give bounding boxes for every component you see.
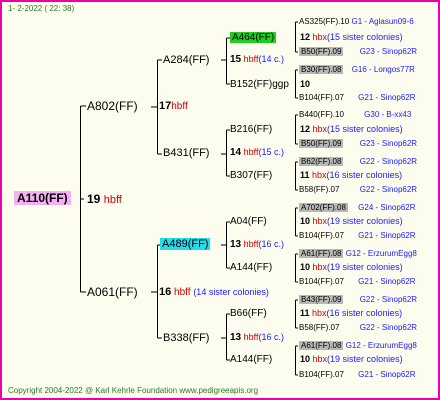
ggp-7-generation: 11 hbx(16 sister colonies)	[300, 308, 403, 318]
grandparent-2-generation: 14 hbff(15 c.)	[230, 147, 285, 158]
great-grandparent-queen-5[interactable]: A04(FF)	[230, 217, 267, 227]
great-grandparent-queen-8[interactable]: A144(FF)	[230, 355, 272, 365]
root-queen[interactable]: A110(FF)	[14, 191, 71, 205]
grandparent-3-generation: 13 hbff(16 c.)	[230, 239, 285, 250]
pedigree-chart: 1- 2-2022 ( 22: 38) A110(FF) 19 hbff A80…	[0, 0, 440, 400]
ggp-4-generation: 11 hbx(16 sister colonies)	[300, 170, 403, 180]
ggp-8-generation: 10 hbx(19 sister colonies)	[300, 354, 403, 364]
root-generation: 19 hbff	[87, 192, 122, 206]
copyright-footer: Copyright 2004-2022 @ Karl Kehrle Founda…	[8, 386, 259, 395]
ggp-1-generation: 12 hbx(15 sister colonies)	[300, 32, 403, 42]
grandparent-queen-1[interactable]: A284(FF)	[163, 55, 209, 66]
parent-2-generation: 16 hbff (14 sister colonies)	[159, 286, 269, 298]
ancestor-top-5[interactable]: A702(FF).08 G24 - Sinop62R	[299, 203, 416, 212]
great-grandparent-queen-7[interactable]: B66(FF)	[230, 309, 267, 319]
ancestor-bottom-3[interactable]: B50(FF).09 G23 - Sinop62R	[299, 139, 417, 148]
parent-queen-1[interactable]: A802(FF)	[87, 100, 138, 112]
ggp-2-generation: 10	[300, 79, 311, 89]
ancestor-top-4[interactable]: B62(FF).08 G22 - Sinop62R	[299, 157, 417, 166]
ancestor-bottom-6[interactable]: B104(FF).07 G21 - Sinop62R	[299, 278, 416, 286]
grandparent-queen-2[interactable]: B431(FF)	[163, 148, 209, 159]
grandparent-1-generation: 15 hbff(14 c.)	[230, 54, 285, 65]
ggp-6-generation: 10 hbx(19 sister colonies)	[300, 262, 403, 272]
parent-1-generation: 17hbff	[159, 100, 188, 112]
parent-queen-2[interactable]: A061(FF)	[87, 286, 138, 298]
ancestor-bottom-7[interactable]: B58(FF).07 G22 - Sinop62R	[299, 324, 417, 332]
grandparent-4-generation: 13 hbff(16 c.)	[230, 332, 285, 343]
ancestor-bottom-1[interactable]: B50(FF).09 G23 - Sinop62R	[299, 47, 417, 56]
ancestor-top-3[interactable]: B440(FF).10 G30 - B-xx43	[299, 111, 411, 119]
ancestor-top-6[interactable]: A61(FF).08 G12 - ErzurumEgg8	[299, 249, 417, 258]
ggp-3-generation: 12 hbx(15 sister colonies)	[300, 124, 403, 134]
ancestor-bottom-8[interactable]: B104(FF).07 G21 - Sinop62R	[299, 371, 416, 379]
great-grandparent-queen-2[interactable]: B152(FF)ggp	[230, 80, 289, 90]
ancestor-bottom-4[interactable]: B58(FF).07 G22 - Sinop62R	[299, 186, 417, 194]
ancestor-top-8[interactable]: A61(FF).08 G12 - ErzurumEgg8	[299, 341, 417, 350]
great-grandparent-queen-1[interactable]: A464(FF)	[230, 32, 277, 43]
ancestor-top-2[interactable]: B30(FF).08 G16 - Longos77R	[299, 65, 415, 74]
ggp-5-generation: 10 hbx(19 sister colonies)	[300, 216, 403, 226]
ancestor-top-1[interactable]: AS325(FF).10 G1 - Aglasun09-6	[299, 18, 414, 26]
ancestor-top-7[interactable]: B43(FF).09 G22 - Sinop62R	[299, 295, 417, 304]
ancestor-bottom-2[interactable]: B104(FF).07 G21 - Sinop62R	[299, 94, 416, 102]
great-grandparent-queen-3[interactable]: B216(FF)	[230, 125, 272, 135]
great-grandparent-queen-4[interactable]: B307(FF)	[230, 171, 272, 181]
root-code: A110(FF)	[14, 191, 71, 205]
grandparent-queen-4[interactable]: B338(FF)	[163, 333, 209, 344]
ancestor-bottom-5[interactable]: B104(FF).07 G21 - Sinop62R	[299, 232, 416, 240]
grandparent-queen-3[interactable]: A489(FF)	[160, 238, 211, 250]
great-grandparent-queen-6[interactable]: A144(FF)	[230, 263, 272, 273]
